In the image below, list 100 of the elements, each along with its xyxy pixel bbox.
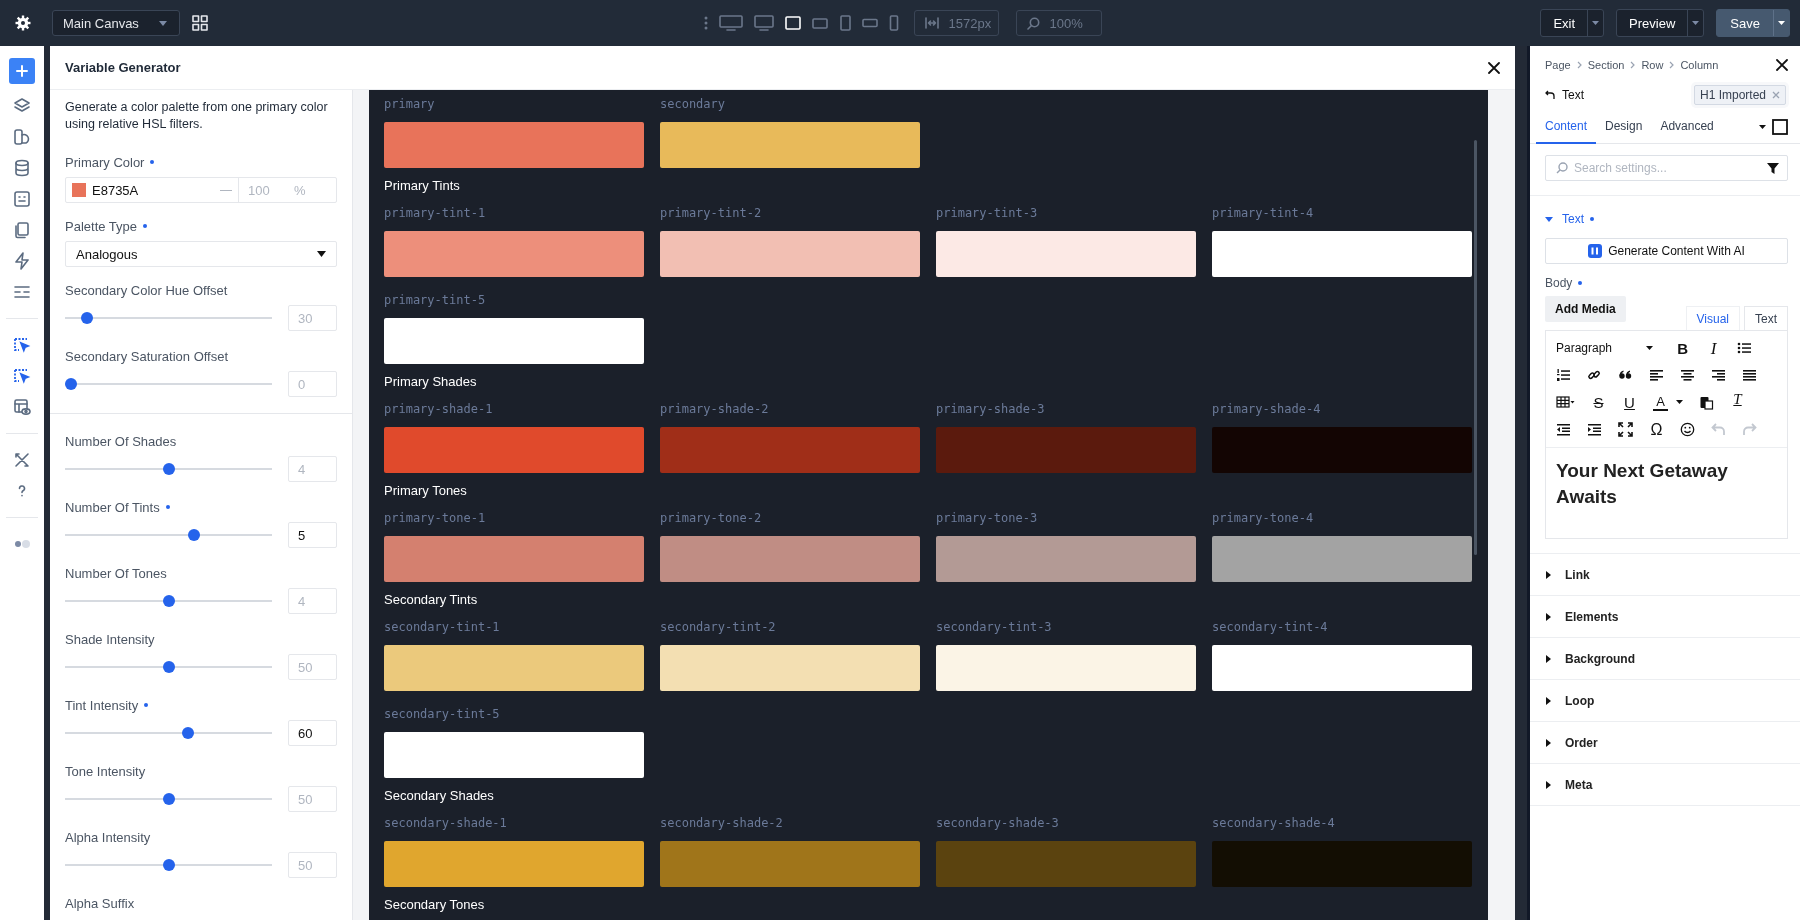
number-input[interactable]: 0 (288, 371, 337, 397)
align-right-icon[interactable] (1711, 367, 1726, 383)
number-input[interactable]: 50 (288, 654, 337, 680)
square-icon[interactable] (1772, 118, 1788, 135)
section-toggle[interactable]: Text (1545, 210, 1788, 228)
layout-eye-icon[interactable] (13, 398, 31, 416)
group-title: Primary Shades (384, 373, 478, 391)
breadcrumb-link[interactable]: Column (1680, 59, 1719, 71)
database-icon[interactable] (13, 159, 31, 177)
align-center-icon[interactable] (1680, 367, 1695, 383)
color-button[interactable]: A (1653, 393, 1668, 411)
slider-thumb[interactable] (162, 661, 175, 673)
breadcrumb-link[interactable]: Section (1587, 59, 1625, 71)
device-portrait-icon[interactable] (838, 15, 851, 31)
bolt-icon[interactable] (13, 252, 31, 270)
tab[interactable]: Design (1596, 109, 1652, 144)
close-icon[interactable] (1488, 61, 1500, 74)
pointer-icon[interactable] (13, 336, 31, 354)
editor-tab[interactable]: Text (1744, 306, 1788, 330)
swatch-label: primary-shade-4 (1212, 401, 1322, 417)
tab[interactable]: Content (1536, 109, 1597, 144)
generate-ai-button[interactable]: Generate Content With AI (1545, 238, 1788, 264)
rich-text-editor[interactable]: Paragraph B I S U A T Ω Your Next Getaway Awaits (1545, 330, 1788, 539)
slider-thumb[interactable] (162, 859, 175, 871)
copy-icon[interactable] (13, 221, 31, 239)
preset-chip[interactable]: H1 Imported (1693, 85, 1786, 105)
color-field[interactable]: E8735A 100 % (65, 177, 337, 203)
slider-thumb[interactable] (162, 793, 175, 805)
number-input[interactable]: 50 (288, 852, 337, 878)
field-label: Primary Color (65, 154, 155, 170)
number-input[interactable]: 30 (288, 305, 337, 331)
clear-button[interactable]: T (1730, 392, 1745, 412)
accordion-header[interactable]: Elements (1530, 596, 1800, 638)
chevron-right-icon (1669, 61, 1675, 69)
pointer-icon[interactable] (13, 367, 31, 385)
accordion-header[interactable]: Meta (1530, 764, 1800, 806)
form-icon[interactable] (13, 190, 31, 208)
tools-icon[interactable] (13, 451, 31, 469)
slider-thumb[interactable] (162, 463, 175, 475)
swatch-label: secondary-shade-1 (384, 815, 508, 831)
content-heading: Your Next Getaway Awaits (1556, 459, 1729, 509)
bulleted-list-icon[interactable] (1737, 340, 1753, 356)
filter-icon[interactable] (1767, 162, 1779, 174)
scrollbar[interactable] (1474, 140, 1477, 555)
device-landscape-icon[interactable] (811, 17, 828, 29)
slider-thumb[interactable] (162, 595, 175, 607)
number-input[interactable]: 4 (288, 588, 337, 614)
accordion-header[interactable]: Loop (1530, 680, 1800, 722)
strike-button[interactable]: S (1591, 394, 1606, 410)
fullscreen-icon[interactable] (1618, 421, 1633, 437)
number-input[interactable]: 4 (288, 456, 337, 482)
slider-thumb[interactable] (65, 378, 77, 390)
layers-icon[interactable] (13, 97, 31, 115)
breadcrumb-link[interactable]: Row (1641, 59, 1664, 71)
number-input[interactable]: 5 (288, 522, 337, 548)
caret-down-icon[interactable] (1676, 400, 1683, 404)
underline-button[interactable]: U (1622, 394, 1637, 410)
device-monitor-icon[interactable] (753, 15, 774, 31)
caret-down-icon (1778, 21, 1785, 25)
add-media-button[interactable]: Add Media (1545, 296, 1626, 322)
accordion-header[interactable]: Order (1530, 722, 1800, 764)
back-arrow-icon[interactable] (1545, 90, 1555, 100)
outdent-icon[interactable] (1556, 421, 1571, 437)
close-icon[interactable] (1776, 59, 1788, 71)
paste-icon[interactable] (1699, 394, 1714, 410)
accordion-header[interactable]: Background (1530, 638, 1800, 680)
slider-thumb[interactable] (182, 727, 194, 739)
numbered-list-icon[interactable] (1556, 367, 1571, 383)
justify-icon[interactable] (1742, 367, 1757, 383)
indent-icon[interactable] (1587, 421, 1602, 437)
caret-down-icon[interactable] (1759, 124, 1766, 129)
canvas-select[interactable]: Main Canvas (52, 10, 180, 36)
more-icon (703, 16, 708, 30)
align-left-icon[interactable] (1649, 367, 1664, 383)
breadcrumb-link[interactable]: Page (1545, 59, 1571, 71)
device-phone-icon[interactable] (888, 15, 899, 31)
tab[interactable]: Advanced (1651, 109, 1723, 144)
slider-thumb[interactable] (80, 312, 93, 324)
group-title: Secondary Shades (384, 787, 495, 805)
italic-button[interactable]: I (1706, 340, 1722, 356)
search-field[interactable]: Search settings... (1545, 155, 1788, 181)
device-monitor-wide-icon[interactable] (718, 15, 743, 31)
grid-icon[interactable] (191, 15, 208, 31)
slider-thumb[interactable] (187, 529, 200, 541)
device-phone-landscape-icon[interactable] (861, 18, 878, 28)
format-select[interactable]: Paragraph (1556, 341, 1654, 355)
bold-button[interactable]: B (1675, 340, 1691, 356)
table-icon[interactable] (1556, 394, 1575, 410)
settings-icon[interactable] (15, 15, 31, 31)
number-input[interactable]: 50 (288, 786, 337, 812)
shapes-icon[interactable] (13, 128, 31, 146)
plus-icon[interactable] (9, 58, 35, 84)
palette-select[interactable]: Analogous (65, 241, 337, 267)
symbol-button[interactable]: Ω (1649, 421, 1664, 437)
editor-tab[interactable]: Visual (1685, 306, 1740, 330)
device-square-icon[interactable] (784, 16, 801, 30)
number-input[interactable]: 60 (288, 720, 337, 746)
emoji-icon[interactable] (1680, 421, 1695, 437)
accordion-header[interactable]: Link (1530, 554, 1800, 596)
rows-icon[interactable] (13, 283, 31, 301)
